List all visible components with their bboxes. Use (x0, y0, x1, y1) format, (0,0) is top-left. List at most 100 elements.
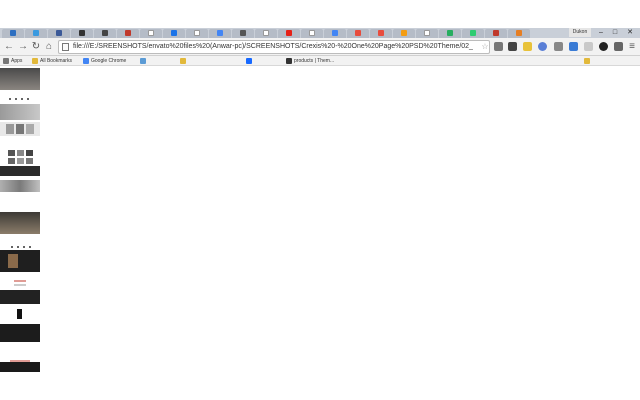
preview-stats (0, 166, 40, 176)
circle-icon (102, 30, 108, 36)
close-icon[interactable]: ✕ (623, 28, 637, 37)
browser-tab[interactable] (25, 28, 47, 38)
preview-about (0, 104, 40, 120)
page-icon (148, 30, 154, 36)
bookmark-other[interactable] (584, 56, 592, 66)
twitter-icon (33, 30, 39, 36)
orange-icon (401, 30, 407, 36)
page-icon (263, 30, 269, 36)
browser-tab[interactable] (301, 28, 323, 38)
preview-team (0, 122, 40, 136)
maximize-icon[interactable]: □ (608, 28, 622, 37)
grid-ext-icon[interactable] (554, 42, 563, 51)
browser-tab[interactable] (209, 28, 231, 38)
minimize-icon[interactable]: – (594, 28, 608, 37)
back-icon[interactable]: ← (3, 41, 15, 53)
forward-icon[interactable]: → (17, 41, 29, 53)
window-profile-label[interactable]: Dukon (569, 28, 591, 37)
bookmarks-bar: Apps All Bookmarks Google Chrome product… (0, 56, 640, 66)
bookmark-products-label: products | Them... (294, 58, 335, 64)
folder-icon (180, 58, 186, 64)
blue-site-icon (140, 58, 146, 64)
page-content-area (40, 66, 640, 400)
tab-strip (0, 28, 640, 38)
page-icon (424, 30, 430, 36)
browser-tab[interactable] (255, 28, 277, 38)
browser-toolbar: ← → ↻ ⌂ file:///E:/SREENSHOTS/envato%20f… (0, 38, 640, 56)
gallery-images-icon (8, 150, 33, 164)
bookmark-products[interactable]: products | Them... (286, 56, 334, 66)
screen-top-margin (0, 0, 640, 28)
google-icon (332, 30, 338, 36)
bookmark-google[interactable]: Google Chrome (83, 56, 126, 66)
browser-tab[interactable] (370, 28, 392, 38)
google-icon (83, 58, 89, 64)
file-icon (62, 43, 69, 51)
bookmark-behance[interactable] (246, 56, 254, 66)
browser-tab[interactable] (416, 28, 438, 38)
preview-contact (0, 324, 40, 342)
apps-grid-icon (3, 58, 9, 64)
facebook-icon (56, 30, 62, 36)
video-frame-icon (8, 254, 18, 268)
qr-ext-icon[interactable] (614, 42, 623, 51)
preview-dots-2 (0, 238, 40, 248)
home-icon[interactable]: ⌂ (43, 41, 55, 53)
lightbulb-ext-icon[interactable] (569, 42, 578, 51)
browser-tab[interactable] (508, 28, 530, 38)
browser-tab[interactable] (485, 28, 507, 38)
settings-ext-icon[interactable] (494, 42, 503, 51)
browser-tab[interactable] (2, 28, 24, 38)
browser-tab[interactable] (393, 28, 415, 38)
dark-ext-icon[interactable] (599, 42, 608, 51)
bookmark-apps-label: Apps (11, 58, 23, 64)
browser-tab[interactable] (163, 28, 185, 38)
browser-tab[interactable] (278, 28, 300, 38)
bookmark-all-label: All Bookmarks (40, 58, 72, 64)
browser-tab[interactable] (140, 28, 162, 38)
doc-icon (171, 30, 177, 36)
c-icon (355, 30, 361, 36)
browser-tab[interactable] (439, 28, 461, 38)
circle-ext-icon[interactable] (538, 42, 547, 51)
browser-tab[interactable] (94, 28, 116, 38)
browser-tab[interactable] (232, 28, 254, 38)
green-icon (447, 30, 453, 36)
preview-footer (0, 362, 40, 372)
team-images-icon (6, 124, 34, 134)
preview-dots (0, 92, 40, 104)
note-ext-icon[interactable] (523, 42, 532, 51)
bookmark-all[interactable]: All Bookmarks (32, 56, 72, 66)
record-icon (378, 30, 384, 36)
browser-tab[interactable] (186, 28, 208, 38)
preview-form (0, 352, 40, 362)
star-icon[interactable]: ☆ (479, 41, 491, 53)
red-icon (493, 30, 499, 36)
browser-tab[interactable] (48, 28, 70, 38)
youtube-icon (286, 30, 292, 36)
address-bar[interactable]: file:///E:/SREENSHOTS/envato%20files%20(… (58, 40, 490, 54)
bookmark-folder[interactable] (180, 56, 188, 66)
client-logo-icon (17, 309, 22, 319)
menu-icon[interactable]: ≡ (626, 41, 638, 53)
browser-tab[interactable] (462, 28, 484, 38)
folder-icon (584, 58, 590, 64)
address-bar-url: file:///E:/SREENSHOTS/envato%20files%20(… (73, 43, 473, 50)
dark-page-icon (240, 30, 246, 36)
page-icon (194, 30, 200, 36)
reload-icon[interactable]: ↻ (30, 41, 42, 53)
preview-testimonials (0, 290, 40, 304)
browser-tab[interactable] (71, 28, 93, 38)
browser-tab[interactable] (347, 28, 369, 38)
bookmark-blue[interactable] (140, 56, 148, 66)
themeforest-icon (286, 58, 292, 64)
browser-tab[interactable] (324, 28, 346, 38)
window-ext-icon[interactable] (584, 42, 593, 51)
google-icon (217, 30, 223, 36)
preview-hero (0, 68, 40, 90)
pricing-lines-icon (14, 280, 26, 286)
preview-pricing (0, 276, 40, 288)
bookmark-apps[interactable]: Apps (3, 56, 22, 66)
browser-tab[interactable] (117, 28, 139, 38)
font-ext-icon[interactable] (508, 42, 517, 51)
